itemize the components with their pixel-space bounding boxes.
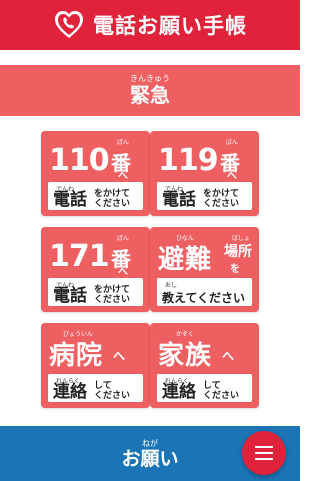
- panel-tail-1: して: [203, 381, 221, 391]
- card-number: 171: [49, 239, 110, 274]
- call-110-card[interactable]: 110 ばん 番 へ でんわ 電話 をかけて ください: [41, 131, 150, 216]
- he-label: へ: [227, 171, 237, 182]
- call-119-card[interactable]: 119 ばん 番 へ でんわ 電話 をかけて ください: [150, 131, 259, 216]
- panel-main-text: 電話: [53, 190, 87, 210]
- he-label: へ: [118, 171, 128, 182]
- contact-instruction: れんらく 連絡 して ください: [48, 374, 143, 402]
- menu-button[interactable]: [242, 431, 286, 475]
- menu-icon: [255, 446, 273, 460]
- family-card[interactable]: かぞく 家族 へ れんらく 連絡 して ください: [150, 323, 259, 408]
- panel-tail-1: して: [94, 381, 112, 391]
- ask-instruction: おし 教えてください: [157, 278, 252, 306]
- card-big-text: 避難: [158, 245, 213, 275]
- panel-main-text: 連絡: [162, 382, 196, 402]
- call-instruction: でんわ 電話 をかけて ください: [157, 182, 252, 210]
- app-title: 電話お願い手帳: [93, 14, 247, 38]
- panel-tail-1: をかけて: [94, 189, 131, 199]
- ban-ruby: ばん: [117, 139, 130, 146]
- card-number: 119: [158, 143, 219, 178]
- panel-tail-2: ください: [203, 199, 240, 209]
- call-instruction: でんわ 電話 をかけて ください: [48, 182, 143, 210]
- section-title: 緊急: [130, 83, 170, 107]
- he-label: へ: [113, 349, 126, 363]
- he-label: へ: [222, 349, 235, 363]
- call-171-card[interactable]: 171 ばん 番 へ でんわ 電話 をかけて ください: [41, 227, 150, 312]
- contact-instruction: れんらく 連絡 して ください: [157, 374, 252, 402]
- app-header: 電話お願い手帳: [0, 0, 300, 50]
- emergency-section-header: きんきゅう 緊急: [0, 65, 300, 116]
- panel-ruby: おし: [165, 282, 178, 289]
- panel-tail-2: ください: [94, 391, 131, 401]
- panel-tail-2: ください: [203, 391, 240, 401]
- panel-tail-1: をかけて: [94, 285, 131, 295]
- heart-phone-icon: [55, 11, 83, 38]
- panel-tail-2: ください: [94, 199, 131, 209]
- he-label: へ: [118, 267, 128, 278]
- card-big-text: 家族: [158, 341, 213, 371]
- panel-main-text: 電話: [53, 286, 87, 306]
- ban-ruby: ばん: [117, 235, 130, 242]
- panel-tail-2: ください: [94, 295, 131, 305]
- evacuation-site-card[interactable]: ひなん 避難 ばしょ 場所 を おし 教えてください: [150, 227, 259, 312]
- call-instruction: でんわ 電話 をかけて ください: [48, 278, 143, 306]
- hospital-card[interactable]: びょういん 病院 へ れんらく 連絡 して ください: [41, 323, 150, 408]
- ban-ruby: ばん: [226, 139, 239, 146]
- panel-main-text: 連絡: [53, 382, 87, 402]
- panel-tail-1: をかけて: [203, 189, 240, 199]
- panel-main-text: 教えてください: [162, 291, 246, 305]
- card-number: 110: [49, 143, 110, 178]
- wo-label: を: [230, 264, 240, 275]
- card-big-text: 病院: [49, 341, 104, 371]
- panel-main-text: 電話: [162, 190, 196, 210]
- card-sub-text: 場所: [224, 244, 252, 260]
